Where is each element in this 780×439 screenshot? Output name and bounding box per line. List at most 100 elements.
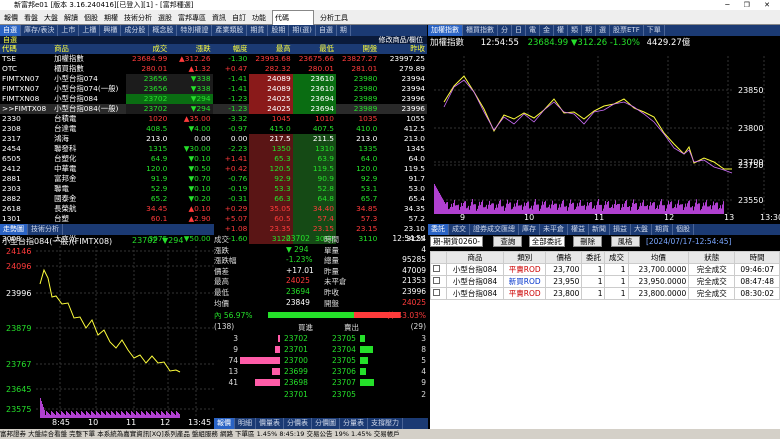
order-col-0[interactable]: 商品 — [446, 251, 504, 264]
ask-price[interactable]: 23705 — [332, 334, 356, 343]
bottom-tab-5[interactable]: 分量表 — [340, 418, 368, 429]
tab-order-1[interactable]: 成交 — [449, 224, 470, 235]
quote-row[interactable]: 6505 台塑化 64.9 ▼0.10 +1.41 65.3 63.9 64.0 64.0 — [0, 154, 427, 164]
tab-index-0[interactable]: 加權指數 — [428, 25, 463, 36]
tab-order-5[interactable]: 權益 — [568, 224, 589, 235]
bottom-tab-3[interactable]: 分價表 — [284, 418, 312, 429]
order-col-3[interactable]: 委託 — [581, 251, 606, 264]
quote-row[interactable]: OTC 櫃買指數 280.01 ▲1.32 +0.47 282.32 280.01 281.0… — [0, 64, 427, 74]
quote-row[interactable]: 2454 聯發科 1315 ▼30.00 -2.23 1350 1310 1335 1345 — [0, 144, 427, 154]
quote-row[interactable]: TSE 加權指數 23684.99 ▲312.26 -1.30 23993.68 23675… — [0, 54, 427, 64]
window-controls[interactable]: ─ ❐ ✕ — [725, 0, 776, 10]
col-header-7[interactable]: 開盤 — [335, 44, 380, 54]
tab-quote-9[interactable]: 期貨 — [247, 25, 269, 36]
order-check-cell[interactable] — [429, 287, 448, 300]
toolbar-item-5[interactable]: 期權 — [104, 11, 118, 26]
toolbar-item-13[interactable]: 分析工具 — [320, 11, 348, 26]
ask-price[interactable]: 23707 — [332, 378, 356, 387]
tab-quote-6[interactable]: 概念股 — [149, 25, 178, 36]
order-col-5[interactable]: 均價 — [627, 251, 690, 264]
query-button[interactable]: 查詢 — [493, 236, 523, 247]
tab-order-2[interactable]: 證券成交匯總 — [470, 224, 519, 235]
bid-price[interactable]: 23701 — [284, 345, 308, 354]
quote-row[interactable]: FIMTXN07 小型台指074(一般) 23656 ▼338 -1.41 24089 23… — [0, 84, 427, 94]
col-header-8[interactable]: 昨收 — [379, 44, 427, 54]
quote-row[interactable]: 1301 台塑 60.1 ▲2.90 +5.07 60.5 57.4 57.3 57.2 — [0, 214, 427, 224]
tab-order-7[interactable]: 損益 — [610, 224, 631, 235]
toolbar-item-7[interactable]: 選股 — [158, 11, 172, 26]
order-row[interactable]: 小型台指084 平賣ROD 23,700 1 1 23,700.0000 完全成交 09:46… — [429, 263, 780, 276]
bid-price[interactable]: 23698 — [284, 378, 308, 387]
toolbar-item-9[interactable]: 資訊 — [212, 11, 226, 26]
toolbar-item-10[interactable]: 自訂 — [232, 11, 246, 26]
toolbar-item-3[interactable]: 解讀 — [64, 11, 78, 26]
tab-order-0[interactable]: 委託 — [428, 224, 449, 235]
tab-quote-11[interactable]: 期(選) — [289, 25, 316, 36]
tab-index-4[interactable]: 電 — [526, 25, 540, 36]
tab-index-5[interactable]: 金 — [540, 25, 554, 36]
bottom-tab-1[interactable]: 明細 — [235, 418, 256, 429]
account-select[interactable]: 期-期貨0260- — [430, 236, 483, 247]
toolbar-item-2[interactable]: 大盤 — [44, 11, 58, 26]
toolbar-item-8[interactable]: 富邦專區 — [178, 11, 206, 26]
bottom-tab-0[interactable]: 報價 — [214, 418, 235, 429]
tab-index-10[interactable]: 股票ETF — [610, 25, 644, 36]
order-col-2[interactable]: 價格 — [545, 251, 583, 264]
tab-quote-4[interactable]: 興櫃 — [100, 25, 122, 36]
tab-order-8[interactable]: 大盤 — [631, 224, 652, 235]
tab-order-4[interactable]: 未平倉 — [540, 224, 568, 235]
order-row[interactable]: 小型台指084 新買ROD 23,950 1 1 23,950.0000 完全成交 08:47… — [429, 275, 780, 288]
col-header-1[interactable]: 商品 — [52, 44, 126, 54]
edit-columns-link[interactable]: 修改商品/欄位 — [379, 36, 423, 44]
tab-quote-12[interactable]: 自選 — [316, 25, 337, 36]
toolbar-item-1[interactable]: 看盤 — [24, 11, 38, 26]
tab-index-1[interactable]: 櫃買指數 — [463, 25, 498, 36]
col-header-2[interactable]: 成交 — [126, 44, 170, 54]
tab-order-3[interactable]: 庫存 — [519, 224, 540, 235]
tab-index-2[interactable]: 分 — [498, 25, 512, 36]
tab-fchart-0[interactable]: 走勢圖 — [0, 224, 28, 235]
bottom-tab-6[interactable]: 支撐壓力 — [368, 418, 403, 429]
quote-row[interactable]: 2412 中華電 120.0 ▼0.50 +0.42 120.5 119.5 120.0 119… — [0, 164, 427, 174]
order-filter-select[interactable]: 全部委託 — [528, 236, 565, 247]
tab-index-3[interactable]: 日 — [512, 25, 526, 36]
order-col-4[interactable]: 成交 — [604, 251, 629, 264]
row-checkbox[interactable] — [433, 289, 440, 296]
bottom-tab-4[interactable]: 分價圖 — [312, 418, 340, 429]
order-col-1[interactable]: 類別 — [502, 251, 547, 264]
toolbar-item-0[interactable]: 報價 — [4, 11, 18, 26]
row-checkbox[interactable] — [433, 277, 440, 284]
quote-row[interactable]: 2330 台積電 1020 ▲35.00 -3.32 1045 1010 1035 1055 — [0, 114, 427, 124]
col-header-3[interactable]: 漲跌 — [169, 44, 213, 54]
style-button[interactable]: 風格 — [610, 236, 640, 247]
tab-quote-10[interactable]: 股期 — [268, 25, 290, 36]
tab-order-9[interactable]: 期貨 — [652, 224, 673, 235]
tab-index-9[interactable]: 選 — [596, 25, 610, 36]
tab-index-6[interactable]: 權 — [554, 25, 568, 36]
tab-index-11[interactable]: 下單 — [644, 25, 665, 36]
col-header-0[interactable]: 代碼 — [0, 44, 53, 54]
tab-quote-3[interactable]: 上櫃 — [79, 25, 101, 36]
tab-order-6[interactable]: 新聞 — [589, 224, 610, 235]
quote-row[interactable]: FIMTXN07 小型台指074 23656 ▼338 -1.41 24089 23610 2… — [0, 74, 427, 84]
tab-quote-13[interactable]: 期 — [337, 25, 351, 36]
tab-quote-7[interactable]: 特別權證 — [177, 25, 213, 36]
col-header-6[interactable]: 最低 — [292, 44, 336, 54]
quote-row[interactable]: 2618 長榮航 34.45 ▲0.10 +0.29 35.05 34.40 34.85 34.… — [0, 204, 427, 214]
ask-price[interactable]: 23704 — [332, 345, 356, 354]
ask-price[interactable]: 23706 — [332, 367, 356, 376]
bottom-tab-2[interactable]: 價量表 — [256, 418, 284, 429]
bid-price[interactable]: 23702 — [284, 334, 308, 343]
quote-row[interactable]: FIMTXN08 小型台指084 23702 ▼294 -1.23 24025 23694 2… — [0, 94, 427, 104]
quote-row[interactable]: 2317 鴻海 213.0 0.00 0.00 217.5 211.5 213.0 213.0 — [0, 134, 427, 144]
order-check-cell[interactable] — [429, 275, 448, 288]
quote-row[interactable]: 2881 富邦金 91.9 ▼0.70 -0.76 92.9 90.9 92.9 91.7 — [0, 174, 427, 184]
order-col-check[interactable] — [429, 251, 448, 264]
bid-price[interactable]: 23699 — [284, 367, 308, 376]
tab-order-10[interactable]: 個股 — [673, 224, 694, 235]
ask-price[interactable]: 23705 — [332, 356, 356, 365]
order-col-6[interactable]: 狀態 — [688, 251, 736, 264]
bottom-tabs[interactable]: 報價 明細 價量表 分價表 分價圖 分量表 支撐壓力 — [214, 418, 428, 429]
quote-tabs[interactable]: 自選 庫存/表決 上市 上櫃 興櫃 成分股 概念股 特別權證 產業類股 期貨 股期 期(選) 自選期 — [0, 25, 427, 36]
tab-quote-0[interactable]: 自選 — [0, 25, 21, 36]
